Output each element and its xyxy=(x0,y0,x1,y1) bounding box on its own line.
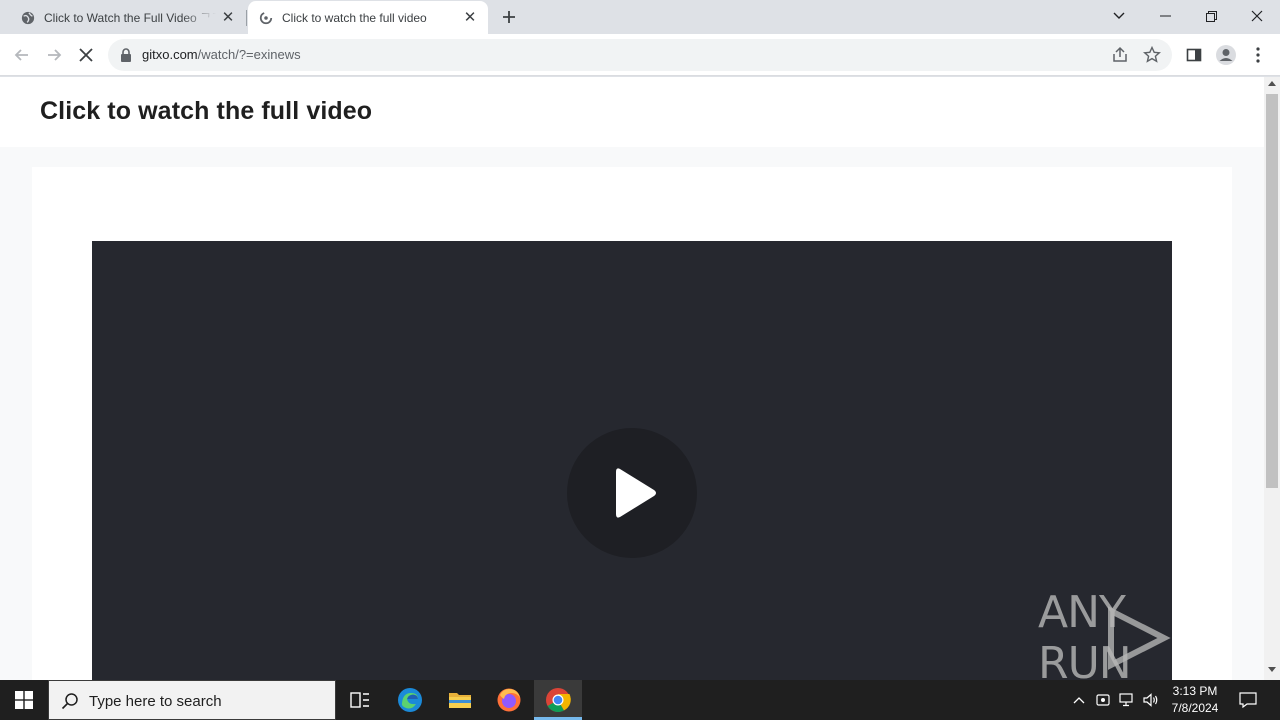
tab-close-icon[interactable]: ✕ xyxy=(220,9,236,26)
profile-avatar-icon[interactable] xyxy=(1212,41,1240,69)
search-placeholder: Type here to search xyxy=(89,693,222,710)
loading-spinner-icon xyxy=(258,10,274,26)
windows-taskbar: Type here to search 3:13 PM 7/8/2024 xyxy=(0,680,1280,720)
tab-separator xyxy=(246,10,247,26)
tab-title: Click to watch the full video xyxy=(282,10,427,25)
url-path: /watch/?=exinews xyxy=(197,47,301,62)
lock-icon[interactable] xyxy=(120,48,132,62)
url-domain: gitxo.com xyxy=(142,47,198,62)
taskbar-clock[interactable]: 3:13 PM 7/8/2024 xyxy=(1164,683,1226,717)
video-player[interactable] xyxy=(92,241,1172,680)
chrome-icon[interactable] xyxy=(534,680,582,720)
side-panel-icon[interactable] xyxy=(1180,41,1208,69)
notification-center-icon[interactable] xyxy=(1232,680,1264,720)
edge-browser-icon[interactable] xyxy=(386,680,434,720)
restore-icon[interactable] xyxy=(1188,0,1234,32)
scrollbar-thumb[interactable] xyxy=(1266,94,1278,488)
watermark-text: ANY RUN xyxy=(1038,587,1132,680)
globe-icon xyxy=(20,10,36,26)
stop-loading-icon[interactable] xyxy=(72,41,100,69)
task-view-icon[interactable] xyxy=(336,680,384,720)
page-title: Click to watch the full video xyxy=(40,97,373,125)
taskbar-search-box[interactable]: Type here to search xyxy=(48,680,336,720)
bookmark-star-icon[interactable] xyxy=(1142,45,1162,65)
file-explorer-icon[interactable] xyxy=(436,680,484,720)
meet-now-icon[interactable] xyxy=(1092,680,1114,720)
tab-inactive[interactable]: Click to Watch the Full Video ᄀᄀ ✕ xyxy=(2,1,246,34)
show-hidden-icons-chevron-icon[interactable] xyxy=(1068,680,1090,720)
share-icon[interactable] xyxy=(1110,45,1130,65)
forward-arrow-icon[interactable] xyxy=(40,41,68,69)
tab-search-chevron-icon[interactable] xyxy=(1096,0,1142,32)
close-window-icon[interactable] xyxy=(1234,0,1280,32)
clock-time: 3:13 PM xyxy=(1172,684,1218,698)
tab-active[interactable]: Click to watch the full video ✕ xyxy=(248,1,488,34)
scroll-up-arrow-icon[interactable] xyxy=(1268,81,1276,86)
windows-start-icon[interactable] xyxy=(0,680,48,720)
url-text[interactable]: gitxo.com/watch/?=exinews xyxy=(142,47,301,62)
page-viewport: Click to watch the full video ANY RUN xyxy=(0,77,1264,680)
tab-title: Click to Watch the Full Video ᄀᄀ xyxy=(44,11,216,25)
tab-close-icon[interactable]: ✕ xyxy=(462,9,478,26)
volume-icon[interactable] xyxy=(1140,680,1162,720)
minimize-icon[interactable] xyxy=(1142,0,1188,32)
network-icon[interactable] xyxy=(1116,680,1138,720)
play-button[interactable] xyxy=(567,428,697,558)
kebab-menu-icon[interactable] xyxy=(1244,41,1272,69)
firefox-icon[interactable] xyxy=(485,680,533,720)
address-bar[interactable]: gitxo.com/watch/?=exinews xyxy=(108,39,1172,71)
page-scrollbar[interactable] xyxy=(1264,77,1280,680)
play-icon xyxy=(616,468,656,518)
page-header: Click to watch the full video xyxy=(0,77,1264,147)
scroll-down-arrow-icon[interactable] xyxy=(1268,667,1276,672)
search-icon xyxy=(61,692,79,710)
browser-toolbar: gitxo.com/watch/?=exinews xyxy=(0,34,1280,76)
anyrun-watermark: ANY RUN xyxy=(1038,587,1238,680)
new-tab-plus-icon[interactable] xyxy=(498,6,520,28)
tab-strip: Click to Watch the Full Video ᄀᄀ ✕ Click… xyxy=(0,0,1280,34)
back-arrow-icon[interactable] xyxy=(8,41,36,69)
clock-date: 7/8/2024 xyxy=(1171,701,1219,715)
